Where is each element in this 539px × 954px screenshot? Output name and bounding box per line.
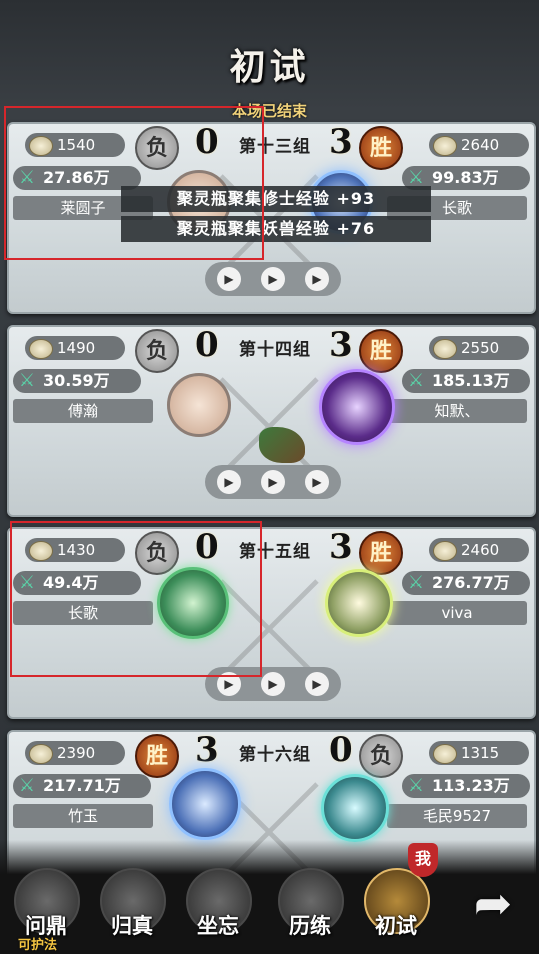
right-avatar[interactable] bbox=[325, 569, 393, 637]
right-score: 0 bbox=[329, 730, 353, 770]
left-avatar[interactable] bbox=[169, 768, 241, 840]
share-arrow-icon[interactable]: ➦ bbox=[462, 872, 524, 934]
coin-icon bbox=[433, 744, 457, 764]
right-score: 3 bbox=[329, 527, 353, 567]
coin-icon bbox=[433, 541, 457, 561]
replay-round-3-button[interactable]: ▶ bbox=[305, 470, 329, 494]
left-avatar[interactable] bbox=[167, 373, 231, 437]
nav-label: 历练 bbox=[289, 913, 331, 938]
match-card-14: 1490 ⚔ 30.59万 傅瀚 负 0 第十四组 3 胜 2550 ⚔ 185.1… bbox=[7, 325, 536, 517]
coin-icon bbox=[29, 744, 53, 764]
nav-lilian[interactable]: 历练 bbox=[272, 868, 348, 944]
right-result-badge: 胜 bbox=[359, 126, 403, 170]
coin-icon bbox=[433, 136, 457, 156]
nav-zuowang[interactable]: 坐忘 bbox=[180, 868, 256, 944]
replay-controls: ▶ ▶ ▶ bbox=[205, 465, 341, 499]
nav-guizhen[interactable]: 归真 bbox=[94, 868, 170, 944]
right-coins: 2550 bbox=[429, 336, 529, 360]
coin-icon bbox=[29, 339, 53, 359]
nav-label: 初试 bbox=[375, 913, 417, 938]
right-player-name: 知默、 bbox=[387, 399, 527, 423]
left-power: ⚔ 30.59万 bbox=[13, 369, 141, 393]
left-coins: 1490 bbox=[25, 336, 125, 360]
left-result-badge: 胜 bbox=[135, 734, 179, 778]
right-power: ⚔ 185.13万 bbox=[402, 369, 530, 393]
right-coins: 2460 bbox=[429, 538, 529, 562]
right-player-name: 毛民9527 bbox=[387, 804, 527, 828]
right-power: ⚔ 113.23万 bbox=[402, 774, 530, 798]
right-score: 3 bbox=[329, 122, 353, 162]
right-avatar[interactable] bbox=[319, 369, 395, 445]
replay-round-2-button[interactable]: ▶ bbox=[261, 267, 285, 291]
left-score: 3 bbox=[195, 730, 219, 770]
right-coins: 1315 bbox=[429, 741, 529, 765]
power-icon: ⚔ bbox=[407, 370, 425, 391]
page-title: 初试 bbox=[229, 46, 310, 88]
right-coins: 2640 bbox=[429, 133, 529, 157]
group-label: 第十六组 bbox=[239, 745, 311, 765]
left-player-name: 傅瀚 bbox=[13, 399, 153, 423]
highlight-box-1 bbox=[4, 106, 264, 260]
highlight-box-2 bbox=[10, 521, 262, 677]
power-icon: ⚔ bbox=[407, 775, 425, 796]
group-label: 第十四组 bbox=[239, 340, 311, 360]
replay-controls: ▶ ▶ ▶ bbox=[205, 262, 341, 296]
power-icon: ⚔ bbox=[407, 572, 425, 593]
right-power: ⚔ 276.77万 bbox=[402, 571, 530, 595]
power-icon: ⚔ bbox=[18, 370, 36, 391]
nav-wending[interactable]: 问鼎 bbox=[8, 868, 84, 944]
left-result-badge: 负 bbox=[135, 329, 179, 373]
replay-round-3-button[interactable]: ▶ bbox=[305, 267, 329, 291]
replay-round-2-button[interactable]: ▶ bbox=[261, 470, 285, 494]
me-badge: 我 bbox=[408, 843, 438, 877]
nav-chushi[interactable]: 初试 bbox=[358, 868, 434, 944]
left-coins: 2390 bbox=[25, 741, 125, 765]
replay-round-2-button[interactable]: ▶ bbox=[261, 672, 285, 696]
nav-sub-label: 可护法 bbox=[18, 938, 58, 953]
replay-round-1-button[interactable]: ▶ bbox=[217, 470, 241, 494]
left-power: ⚔ 217.71万 bbox=[13, 774, 151, 798]
left-score: 0 bbox=[195, 325, 219, 365]
nav-label: 归真 bbox=[111, 913, 153, 938]
replay-round-1-button[interactable]: ▶ bbox=[217, 267, 241, 291]
right-result-badge: 胜 bbox=[359, 329, 403, 373]
right-result-badge: 胜 bbox=[359, 531, 403, 575]
coin-icon bbox=[433, 339, 457, 359]
left-player-name: 竹玉 bbox=[13, 804, 153, 828]
right-score: 3 bbox=[329, 325, 353, 365]
nav-label: 坐忘 bbox=[197, 913, 239, 938]
replay-round-3-button[interactable]: ▶ bbox=[305, 672, 329, 696]
right-player-name: viva bbox=[387, 601, 527, 625]
power-icon: ⚔ bbox=[18, 775, 36, 796]
right-avatar[interactable] bbox=[321, 774, 389, 842]
right-result-badge: 负 bbox=[359, 734, 403, 778]
